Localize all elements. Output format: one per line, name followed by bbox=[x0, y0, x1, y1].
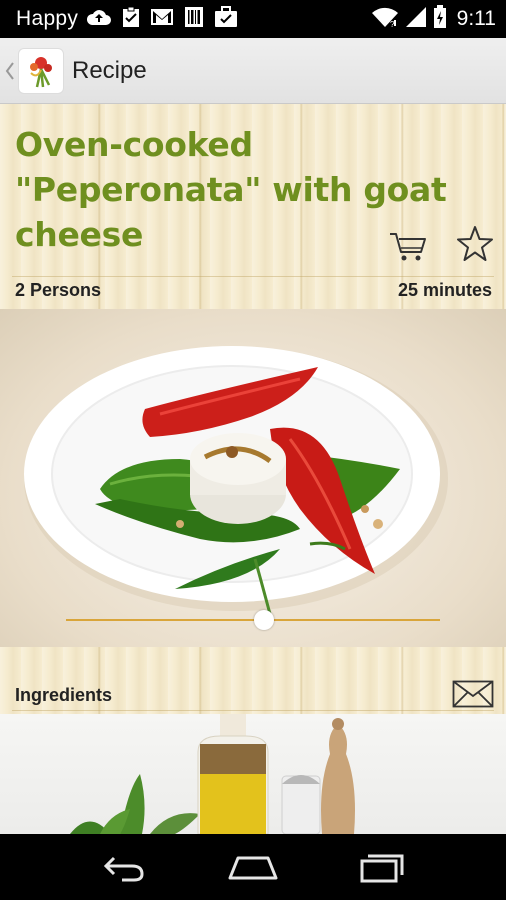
wifi-icon: ? bbox=[371, 6, 399, 33]
status-bar: Happy ? 9:11 bbox=[0, 0, 506, 38]
briefcase-check-icon bbox=[214, 5, 238, 33]
svg-text:?: ? bbox=[390, 20, 395, 28]
clipboard-check-icon bbox=[122, 6, 140, 33]
carrier-name: Happy bbox=[16, 7, 79, 30]
recent-apps-icon[interactable] bbox=[352, 847, 412, 887]
ingredients-header: Ingredients bbox=[0, 647, 506, 714]
clock: 9:11 bbox=[456, 7, 496, 30]
page-title: Recipe bbox=[72, 56, 147, 84]
system-indicators: ? 9:11 bbox=[371, 4, 496, 34]
star-outline-icon[interactable] bbox=[455, 224, 495, 264]
ingredients-photo bbox=[0, 714, 506, 834]
cloud-upload-icon bbox=[86, 7, 112, 32]
shopping-cart-icon[interactable] bbox=[388, 226, 428, 266]
gmail-icon bbox=[150, 7, 174, 32]
app-logo-icon[interactable] bbox=[18, 47, 64, 94]
envelope-icon[interactable] bbox=[452, 680, 494, 708]
ingredients-illustration bbox=[70, 714, 355, 834]
barcode-icon bbox=[184, 6, 204, 33]
dish-photo[interactable] bbox=[0, 309, 506, 647]
chevron-left-icon[interactable] bbox=[2, 38, 18, 104]
recipe-header: Oven-cooked "Peperonata" with goat chees… bbox=[0, 104, 506, 309]
navigation-bar bbox=[0, 834, 506, 900]
dish-illustration bbox=[24, 346, 448, 615]
notification-icons bbox=[86, 5, 238, 33]
action-bar: Recipe bbox=[0, 38, 506, 104]
servings-label: 2 Persons bbox=[15, 280, 102, 300]
ingredients-label: Ingredients bbox=[15, 685, 113, 705]
divider bbox=[12, 276, 494, 277]
home-icon[interactable] bbox=[223, 847, 283, 887]
divider bbox=[12, 710, 494, 711]
battery-icon bbox=[433, 4, 447, 34]
signal-icon bbox=[405, 6, 427, 33]
image-slider-track[interactable] bbox=[66, 619, 440, 621]
duration-label: 25 minutes bbox=[397, 280, 492, 300]
back-icon[interactable] bbox=[94, 847, 154, 887]
